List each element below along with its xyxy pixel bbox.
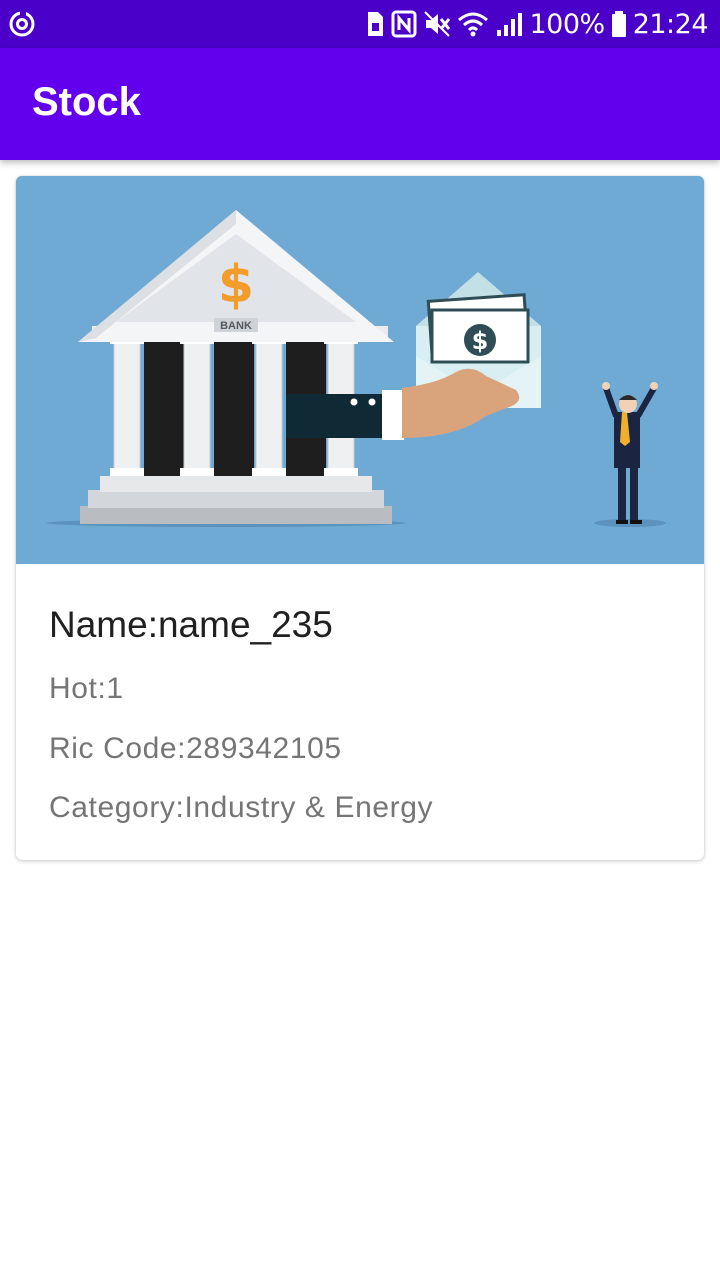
nfc-icon [391, 10, 417, 38]
stock-hot: Hot:1 [49, 672, 124, 705]
svg-text:$: $ [472, 327, 489, 355]
status-bar: 100% 21:24 [0, 0, 720, 48]
battery-icon [611, 11, 626, 37]
bank-label: BANK [220, 320, 252, 332]
app-bar: Stock [0, 48, 720, 160]
wifi-icon [458, 12, 489, 37]
svg-text:$: $ [218, 255, 254, 315]
signal-icon [497, 13, 523, 36]
clock: 21:24 [632, 8, 709, 40]
mute-icon [424, 11, 451, 37]
sim-icon [368, 12, 384, 36]
sync-icon [9, 11, 35, 37]
bank-illustration: $ BANK $ [16, 176, 704, 564]
page-title: Stock [32, 80, 141, 124]
stock-name: Name:name_235 [49, 604, 333, 645]
stock-card[interactable]: $ BANK $ Name:name_235 Hot:1 Ric Code:28… [16, 176, 704, 860]
battery-percent: 100% [529, 8, 605, 40]
stock-ric-code: Ric Code:289342105 [49, 732, 342, 765]
stock-category: Category:Industry & Energy [49, 791, 434, 824]
